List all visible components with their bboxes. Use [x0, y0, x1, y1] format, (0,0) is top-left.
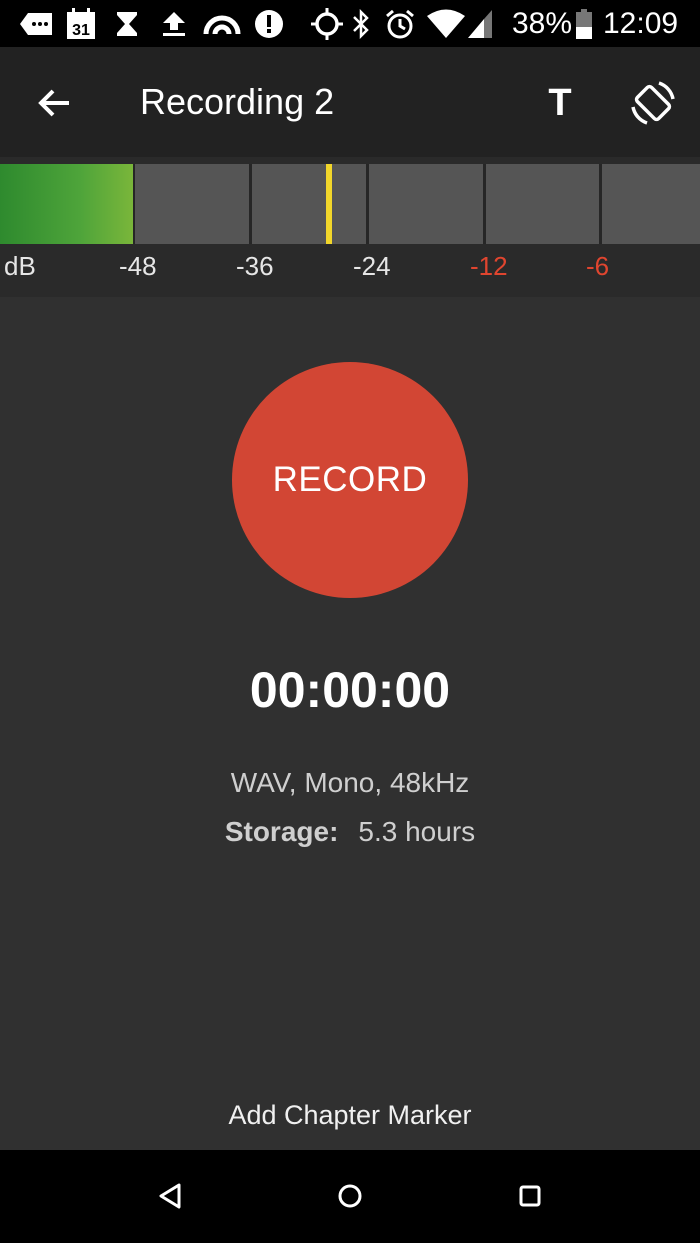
page-title: Recording 2: [140, 81, 335, 122]
nav-home-button[interactable]: [328, 1174, 372, 1218]
clock: 12:09: [603, 7, 679, 40]
peak-marker: [326, 164, 332, 244]
alarm-icon: [384, 8, 416, 40]
svg-text:31: 31: [72, 22, 90, 39]
meter-segment: [369, 164, 483, 244]
record-button[interactable]: RECORD: [232, 362, 468, 598]
record-button-label: RECORD: [272, 460, 428, 499]
nav-recents-icon: [519, 1185, 541, 1207]
meter-segment: [486, 164, 599, 244]
nav-back-icon: [159, 1183, 181, 1209]
meter-bar: [0, 164, 700, 244]
add-chapter-marker-button[interactable]: Add Chapter Marker: [0, 1080, 700, 1150]
db-tick-label: -12: [470, 251, 508, 281]
storage-info: Storage: 5.3 hours: [0, 814, 700, 850]
app-bar: Recording 2 T: [0, 47, 700, 157]
status-bar: 31 38% 12:09: [0, 0, 700, 47]
storage-value: 5.3 hours: [358, 816, 476, 847]
nav-home-icon: [338, 1184, 362, 1208]
wifi-icon: [426, 8, 466, 40]
db-scale: dB -48 -36 -24 -12 -6: [0, 249, 700, 285]
current-level-fill: [0, 164, 133, 244]
nav-recents-button[interactable]: [508, 1174, 552, 1218]
db-tick-label: -6: [586, 251, 610, 281]
rotate-button[interactable]: [625, 75, 681, 131]
location-icon: [310, 8, 344, 40]
audio-format: WAV, Mono, 48kHz: [230, 767, 470, 798]
bluetooth-icon: [350, 8, 372, 40]
db-tick-label: -24: [353, 251, 391, 281]
db-tick-label: -36: [236, 251, 274, 281]
back-button[interactable]: [28, 77, 80, 129]
hotspot-icon: [203, 8, 241, 40]
calendar-icon: 31: [66, 8, 96, 40]
upload-icon: [160, 8, 188, 40]
screen-rotation-icon: [631, 81, 675, 125]
message-icon: [18, 8, 54, 40]
cell-signal-icon: [466, 8, 494, 40]
nav-back-button[interactable]: [148, 1174, 192, 1218]
storage-label: Storage:: [224, 816, 339, 847]
meter-segment: [252, 164, 366, 244]
text-button[interactable]: T: [532, 77, 588, 129]
battery-icon: [575, 8, 593, 40]
alert-icon: [254, 8, 284, 40]
arrow-left-icon: [38, 89, 69, 117]
meter-segment: [602, 164, 700, 244]
meter-segment: [135, 164, 249, 244]
db-unit-label: dB: [4, 251, 36, 281]
db-tick-label: -48: [119, 251, 157, 281]
elapsed-timer: 00:00:00: [249, 662, 451, 718]
level-meter: dB -48 -36 -24 -12 -6: [0, 157, 700, 297]
battery-percent: 38%: [512, 7, 573, 40]
navigation-bar: [0, 1150, 700, 1243]
hourglass-icon: [114, 8, 140, 40]
